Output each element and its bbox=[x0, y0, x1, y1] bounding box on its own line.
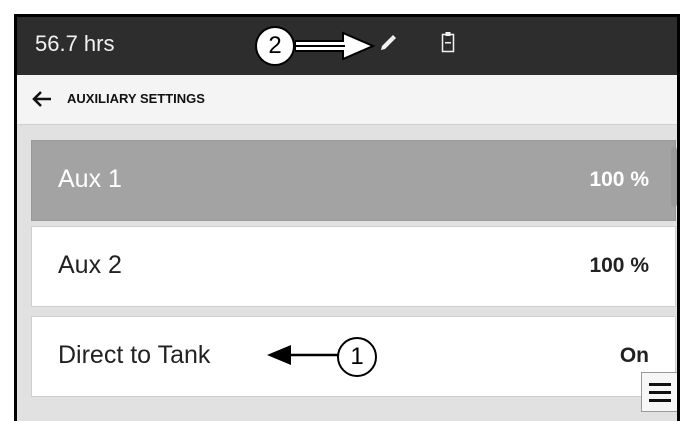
list-item-label: Aux 1 bbox=[58, 165, 122, 193]
page-title: AUXILIARY SETTINGS bbox=[67, 91, 205, 106]
list-item-value: On bbox=[619, 344, 649, 367]
list-item-label: Direct to Tank bbox=[58, 341, 211, 369]
hamburger-menu-icon[interactable] bbox=[641, 372, 677, 412]
list-item-value: 100 % bbox=[589, 254, 649, 277]
callout-arrow-left-icon bbox=[267, 343, 339, 372]
screen-frame: 56.7 hrs AUXILIARY SETTINGS Aux 1 100 % bbox=[14, 14, 680, 421]
scrollbar[interactable] bbox=[671, 147, 677, 207]
back-arrow-icon[interactable] bbox=[31, 89, 53, 114]
callout-1: 1 bbox=[337, 337, 377, 377]
list-item-label: Aux 2 bbox=[58, 251, 122, 279]
callout-2: 2 bbox=[255, 26, 295, 66]
title-bar: AUXILIARY SETTINGS bbox=[17, 75, 677, 125]
callout-arrow-right-icon bbox=[294, 29, 377, 68]
list-item-aux-2[interactable]: Aux 2 100 % bbox=[31, 226, 676, 307]
pencil-icon[interactable] bbox=[379, 34, 397, 57]
clipboard-icon[interactable] bbox=[441, 31, 455, 58]
list-item-value: 100 % bbox=[589, 168, 649, 191]
list-item-aux-1[interactable]: Aux 1 100 % bbox=[31, 140, 676, 221]
engine-hours: 56.7 hrs bbox=[35, 31, 115, 56]
